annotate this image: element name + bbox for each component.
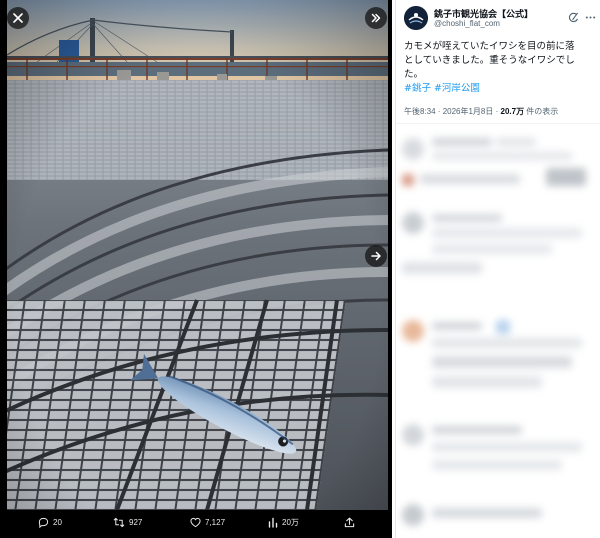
tweet-text-line: カモメが咥えていたイワシを目の前に落 — [404, 41, 575, 52]
repost-button[interactable]: 927 — [113, 517, 142, 528]
like-button[interactable]: 7,127 — [190, 517, 225, 528]
view-count: 20万 — [282, 518, 299, 527]
meta-separator: · — [435, 107, 443, 116]
tweet-date[interactable]: 2026年1月8日 — [443, 107, 494, 116]
tweet-photo[interactable] — [7, 0, 388, 510]
next-image-button[interactable] — [365, 245, 387, 267]
blurred-replies-content — [396, 124, 600, 538]
tweet-view-count: 20.7万 — [500, 107, 525, 116]
media-viewer: 20 927 7,127 20万 — [0, 0, 392, 538]
blurred-replies — [396, 124, 600, 538]
tweet-action-bar: 20 927 7,127 20万 — [0, 510, 392, 538]
heart-icon — [190, 517, 201, 528]
tweet-detail-panel: 銚子市観光協会【公式】 @choshi_flat_com カモメが咥えていたイワ… — [395, 0, 600, 538]
chevron-double-right-icon — [371, 13, 381, 23]
more-options-button[interactable] — [585, 8, 596, 27]
close-icon — [13, 13, 23, 23]
grok-icon — [568, 12, 579, 23]
hashtag-link[interactable]: #河岸公園 — [434, 83, 480, 94]
meta-separator: · — [493, 107, 501, 116]
avatar[interactable] — [404, 6, 428, 30]
tweet-view-suffix: 件の表示 — [524, 107, 559, 116]
arrow-right-icon — [371, 251, 381, 261]
hashtag-link[interactable]: #銚子 — [404, 83, 431, 94]
repost-icon — [113, 517, 125, 528]
bar-chart-icon — [268, 517, 278, 528]
tweet-text: カモメが咥えていたイワシを目の前に落 としていきました。重そうなイワシでし た。 — [404, 40, 594, 82]
reply-count: 20 — [53, 518, 62, 527]
more-horizontal-icon — [585, 16, 596, 19]
tweet-hashtags: #銚子 #河岸公園 — [404, 82, 483, 96]
author-handle[interactable]: @choshi_flat_com — [434, 19, 500, 28]
like-count: 7,127 — [205, 518, 226, 527]
reply-icon — [38, 517, 49, 528]
tweet-text-line: た。 — [404, 69, 424, 80]
tweet-author: 銚子市観光協会【公式】 @choshi_flat_com — [404, 6, 596, 34]
tweet-time[interactable]: 午後8:34 — [404, 107, 436, 116]
expand-panel-button[interactable] — [365, 7, 387, 29]
views-button[interactable]: 20万 — [268, 517, 299, 528]
avatar-logo-icon — [404, 6, 428, 30]
reply-button[interactable]: 20 — [38, 517, 62, 528]
share-icon — [344, 517, 355, 528]
tweet-meta: 午後8:34 · 2026年1月8日 · 20.7万 件の表示 — [404, 106, 558, 117]
tweet-text-line: としていきました。重そうなイワシでし — [404, 55, 575, 66]
repost-count: 927 — [129, 518, 143, 527]
grok-button[interactable] — [568, 8, 579, 27]
share-button[interactable] — [344, 517, 355, 528]
close-button[interactable] — [7, 7, 29, 29]
